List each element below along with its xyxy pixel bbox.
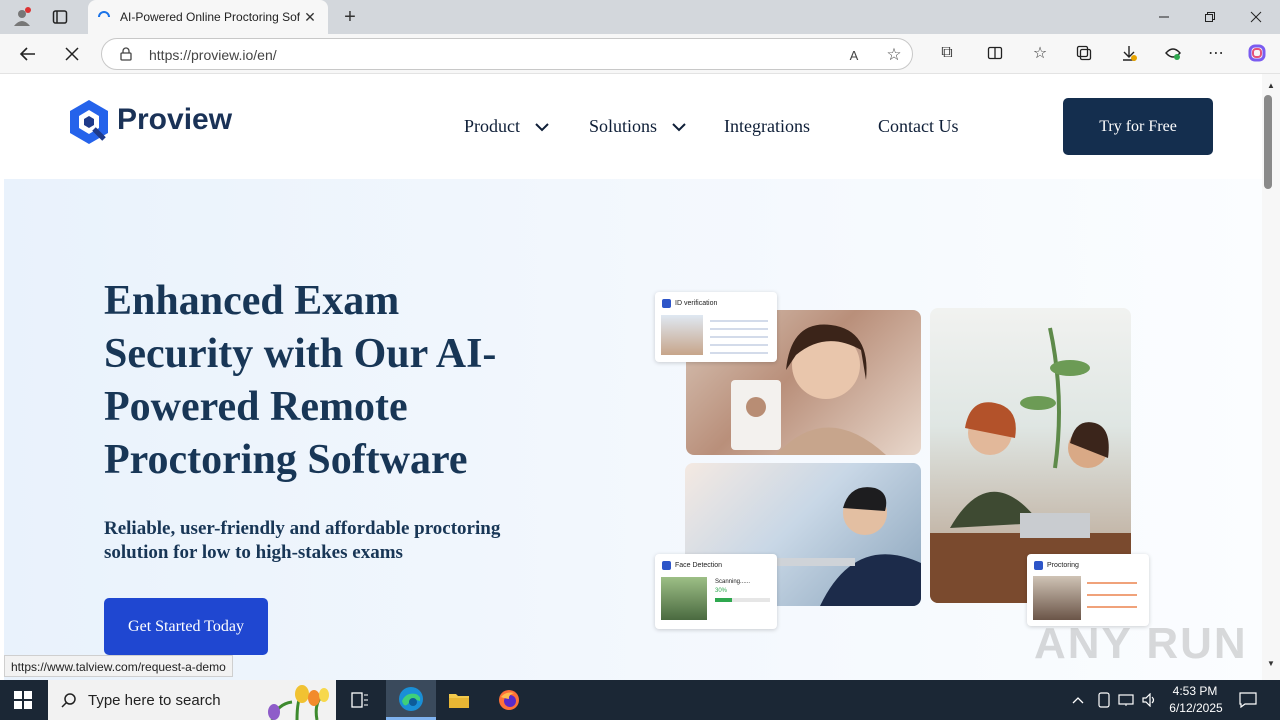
browser-toolbar: https://proview.io/en/ A ☆ ⧉ ☆ ⋯: [0, 34, 1280, 74]
try-for-free-button[interactable]: Try for Free: [1063, 98, 1213, 155]
close-tab-icon[interactable]: ✕: [302, 9, 318, 25]
shield-icon: [662, 561, 671, 570]
shield-icon: [1034, 561, 1043, 570]
tab-actions-icon[interactable]: [48, 5, 72, 29]
collections-icon[interactable]: [1073, 42, 1095, 64]
tab-proview[interactable]: AI-Powered Online Proctoring Sof ✕: [88, 0, 328, 34]
loading-icon: [96, 9, 112, 25]
id-verification-label: ID verification: [675, 300, 718, 307]
scanning-percent: 30%: [715, 588, 728, 594]
nav-integrations[interactable]: Integrations: [724, 116, 810, 137]
site-header: Proview Product Solutions Integrations C…: [4, 74, 1262, 179]
taskbar-edge-active[interactable]: [386, 680, 436, 720]
favorites-icon[interactable]: ☆: [1029, 42, 1051, 64]
status-bar-url: https://www.talview.com/request-a-demo: [4, 655, 233, 677]
search-icon: [60, 691, 78, 709]
nav-product[interactable]: Product: [464, 116, 549, 137]
webpage: Proview Product Solutions Integrations C…: [4, 74, 1262, 680]
restore-icon[interactable]: [1196, 5, 1224, 29]
address-bar[interactable]: https://proview.io/en/ A ☆: [101, 38, 913, 70]
hero-section: Enhanced Exam Security with Our AI-Power…: [4, 179, 1262, 680]
notifications-icon[interactable]: [1237, 689, 1259, 711]
logo-text: Proview: [117, 103, 233, 136]
hero-headline: Enhanced Exam Security with Our AI-Power…: [104, 278, 497, 483]
face-photo: [661, 577, 707, 620]
close-window-icon[interactable]: [1242, 5, 1270, 29]
proview-logo[interactable]: Proview: [68, 99, 238, 145]
network-icon[interactable]: [1116, 690, 1136, 710]
search-placeholder: Type here to search: [88, 692, 221, 709]
extensions-icon[interactable]: ⧉: [936, 42, 958, 64]
chevron-down-icon: [534, 123, 549, 132]
proctoring-photo: [1033, 576, 1081, 620]
site-info-icon[interactable]: [118, 46, 134, 62]
split-screen-icon[interactable]: [984, 42, 1006, 64]
proview-logo-mark-icon: [70, 100, 108, 144]
alert-lines: [1087, 582, 1137, 616]
minimize-icon[interactable]: [1150, 5, 1178, 29]
clock-time[interactable]: 4:53 PM: [1172, 684, 1218, 698]
downloads-icon[interactable]: [1118, 42, 1140, 64]
id-verification-card: ID verification: [655, 292, 777, 362]
copilot-icon[interactable]: [1246, 42, 1268, 64]
id-detail-lines: [710, 320, 768, 354]
browser-tab-bar: AI-Powered Online Proctoring Sof ✕ +: [0, 0, 1280, 34]
read-aloud-icon[interactable]: A: [844, 45, 864, 65]
taskbar-search-box[interactable]: Type here to search: [48, 680, 336, 721]
face-detection-label: Face Detection: [675, 562, 723, 569]
tulips-decoration-icon: [262, 684, 332, 721]
scan-progress-bar: [715, 598, 770, 602]
id-photo: [661, 315, 703, 355]
profile-icon[interactable]: [10, 5, 34, 29]
stop-loading-icon[interactable]: [60, 42, 84, 66]
windows-taskbar: Type here to search 4:53 PM 6/12/2025: [0, 680, 1280, 721]
url-text: https://proview.io/en/: [149, 47, 277, 63]
anyrun-watermark: ANY RUN: [1034, 619, 1248, 668]
volume-icon[interactable]: [1140, 690, 1160, 710]
shield-icon: [662, 299, 671, 308]
browser-essentials-icon[interactable]: [1162, 42, 1184, 64]
settings-more-icon[interactable]: ⋯: [1205, 42, 1227, 64]
proctoring-label: Proctoring: [1047, 562, 1079, 569]
show-hidden-icons-icon[interactable]: [1068, 690, 1088, 710]
windows-start-icon[interactable]: [10, 688, 36, 712]
back-icon[interactable]: [16, 42, 40, 66]
task-view-icon[interactable]: [348, 688, 372, 712]
get-started-button[interactable]: Get Started Today: [104, 598, 268, 655]
nav-solutions-label: Solutions: [589, 116, 658, 136]
face-detection-card: Face Detection Scanning...... 30%: [655, 554, 777, 629]
nav-contact-us[interactable]: Contact Us: [878, 116, 959, 137]
edge-icon: [399, 687, 423, 711]
file-explorer-icon[interactable]: [446, 688, 472, 712]
nav-solutions[interactable]: Solutions: [589, 116, 686, 137]
scroll-down-icon[interactable]: ▼: [1266, 658, 1276, 668]
scanning-label: Scanning......: [715, 579, 751, 585]
device-icon[interactable]: [1094, 690, 1114, 710]
new-tab-icon[interactable]: +: [338, 5, 362, 29]
hero-subheadline: Reliable, user-friendly and affordable p…: [104, 518, 501, 563]
nav-product-label: Product: [464, 116, 520, 136]
clock-date[interactable]: 6/12/2025: [1166, 701, 1226, 715]
scroll-thumb[interactable]: [1264, 95, 1272, 189]
tab-title: AI-Powered Online Proctoring Sof: [120, 10, 300, 24]
firefox-icon[interactable]: [496, 688, 522, 712]
favorite-star-icon[interactable]: ☆: [884, 45, 904, 65]
proctoring-card: Proctoring: [1027, 554, 1149, 626]
chevron-down-icon: [671, 123, 686, 132]
scroll-up-icon[interactable]: ▲: [1266, 80, 1276, 90]
